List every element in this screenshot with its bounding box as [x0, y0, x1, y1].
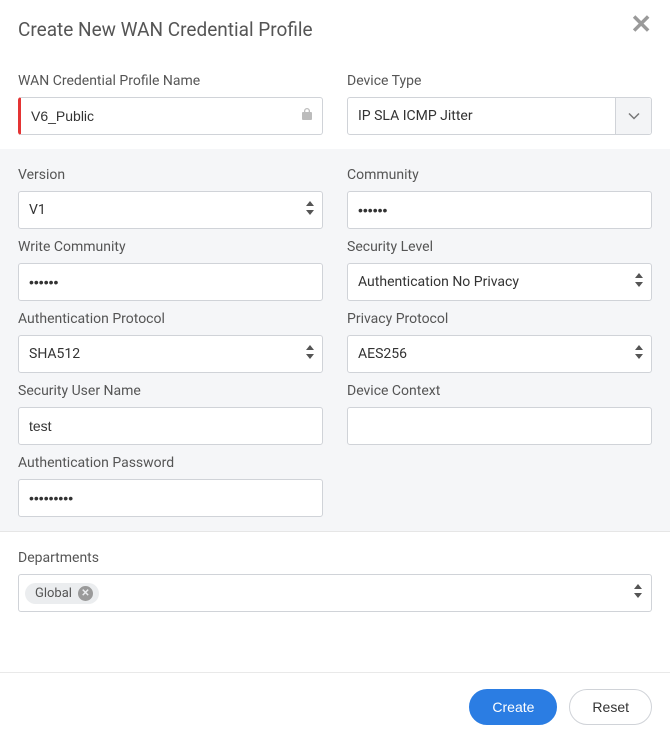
sort-icon — [633, 584, 643, 602]
section-departments: Departments Global ✕ — [0, 531, 670, 626]
auth-password-input[interactable] — [18, 479, 323, 517]
community-label: Community — [347, 167, 652, 183]
field-profile-name: WAN Credential Profile Name — [18, 73, 323, 135]
auth-protocol-select[interactable]: SHA512 — [18, 335, 323, 373]
auth-protocol-value: SHA512 — [29, 346, 80, 362]
chevron-down-icon — [615, 98, 651, 134]
device-type-value: IP SLA ICMP Jitter — [358, 108, 473, 124]
profile-name-label: WAN Credential Profile Name — [18, 73, 323, 89]
security-level-value: Authentication No Privacy — [358, 274, 519, 290]
field-auth-protocol: Authentication Protocol SHA512 — [18, 311, 323, 373]
write-community-input[interactable] — [18, 263, 323, 301]
write-community-label: Write Community — [18, 239, 323, 255]
security-user-input[interactable] — [18, 407, 323, 445]
field-version: Version V1 — [18, 167, 323, 229]
create-wan-credential-modal: Create New WAN Credential Profile ✕ WAN … — [0, 0, 670, 745]
tag-remove-icon[interactable]: ✕ — [78, 586, 93, 601]
version-label: Version — [18, 167, 323, 183]
privacy-protocol-value: AES256 — [358, 346, 407, 362]
reset-button[interactable]: Reset — [569, 689, 652, 725]
security-level-label: Security Level — [347, 239, 652, 255]
departments-label: Departments — [18, 550, 652, 566]
device-type-label: Device Type — [347, 73, 652, 89]
security-level-select[interactable]: Authentication No Privacy — [347, 263, 652, 301]
profile-name-input[interactable] — [18, 97, 323, 135]
modal-header: Create New WAN Credential Profile ✕ — [0, 0, 670, 55]
department-tag-label: Global — [35, 586, 72, 601]
department-tag: Global ✕ — [25, 583, 99, 604]
device-context-label: Device Context — [347, 383, 652, 399]
version-value: V1 — [29, 202, 46, 218]
field-security-level: Security Level Authentication No Privacy — [347, 239, 652, 301]
create-button[interactable]: Create — [469, 689, 557, 725]
device-type-select[interactable]: IP SLA ICMP Jitter — [347, 97, 652, 135]
field-departments: Departments Global ✕ — [18, 550, 652, 612]
modal-footer: Create Reset — [0, 672, 670, 745]
field-device-type: Device Type IP SLA ICMP Jitter — [347, 73, 652, 135]
field-security-user: Security User Name — [18, 383, 323, 445]
field-write-community: Write Community — [18, 239, 323, 301]
departments-select[interactable]: Global ✕ — [18, 574, 652, 612]
privacy-protocol-label: Privacy Protocol — [347, 311, 652, 327]
security-user-label: Security User Name — [18, 383, 323, 399]
field-device-context: Device Context — [347, 383, 652, 445]
community-input[interactable] — [347, 191, 652, 229]
device-context-input[interactable] — [347, 407, 652, 445]
section-middle: Version V1 Community Write Community — [0, 149, 670, 531]
version-select[interactable]: V1 — [18, 191, 323, 229]
field-empty-spacer — [347, 455, 652, 517]
field-privacy-protocol: Privacy Protocol AES256 — [347, 311, 652, 373]
section-top: WAN Credential Profile Name Device Type … — [0, 55, 670, 149]
close-icon[interactable]: ✕ — [630, 18, 652, 34]
modal-title: Create New WAN Credential Profile — [18, 18, 313, 41]
auth-protocol-label: Authentication Protocol — [18, 311, 323, 327]
auth-password-label: Authentication Password — [18, 455, 323, 471]
field-community: Community — [347, 167, 652, 229]
field-auth-password: Authentication Password — [18, 455, 323, 517]
privacy-protocol-select[interactable]: AES256 — [347, 335, 652, 373]
